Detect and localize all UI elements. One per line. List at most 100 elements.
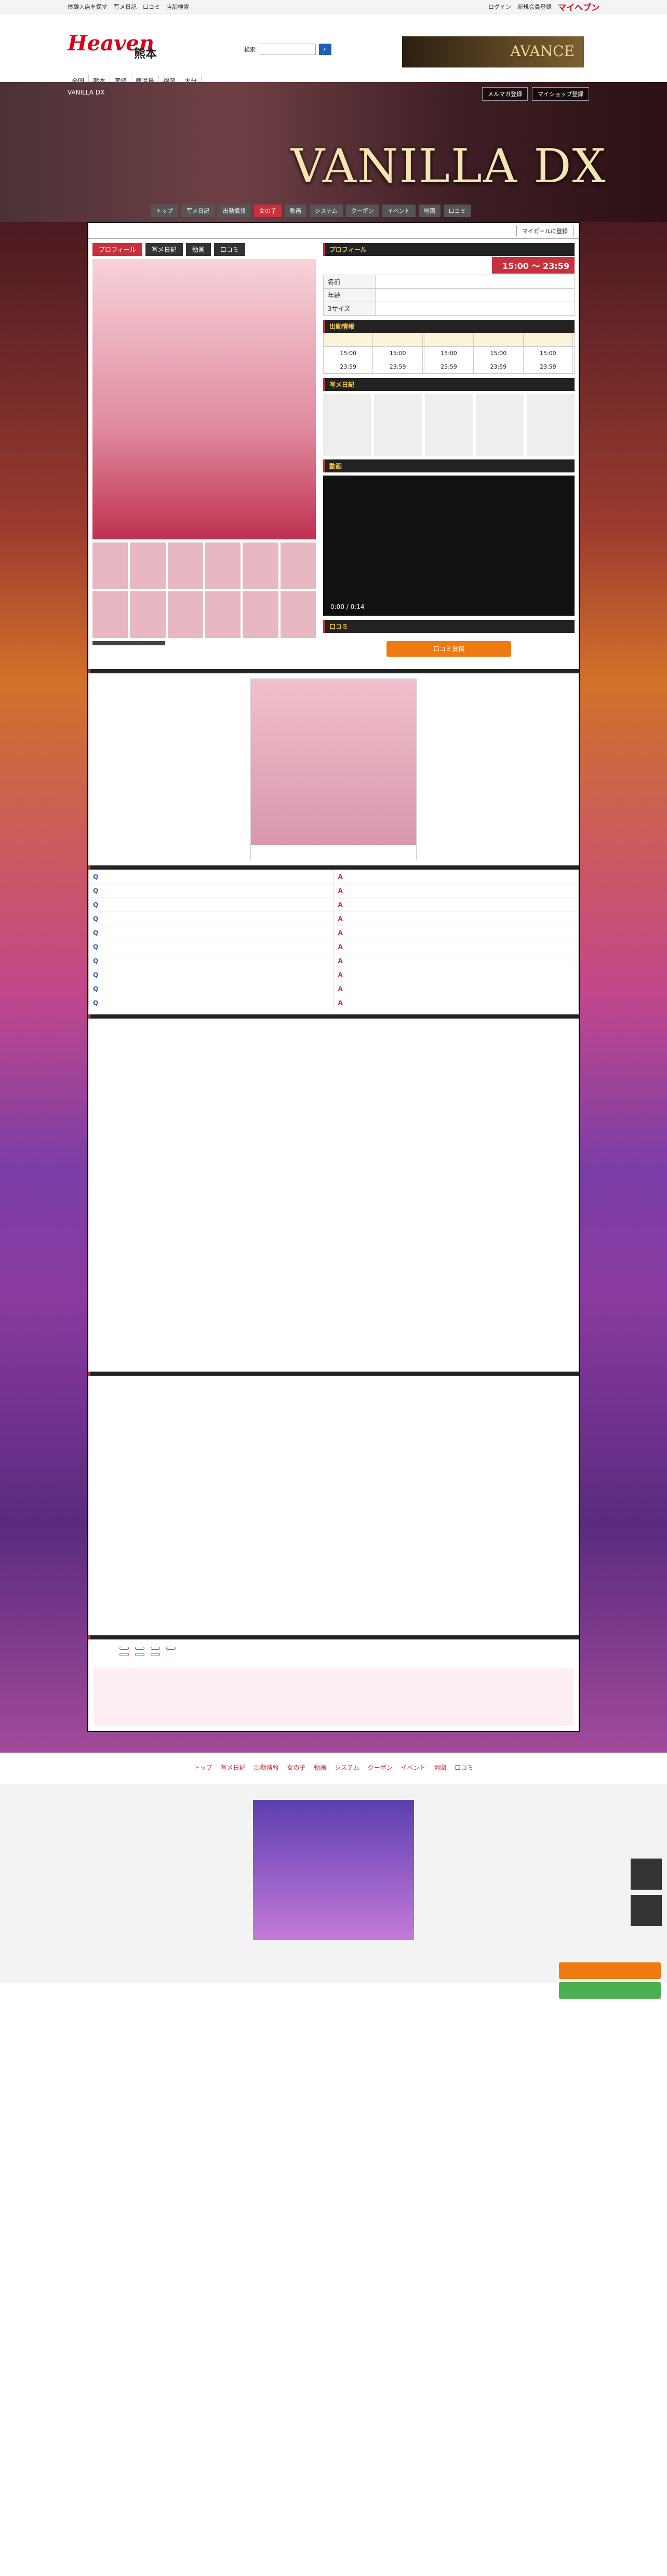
menu-tab-active[interactable]: 女の子	[254, 205, 282, 217]
banner-ad[interactable]: AVANCE	[402, 36, 584, 67]
myshop-button[interactable]: マイショップ登録	[532, 87, 589, 101]
point-tag[interactable]	[166, 1647, 176, 1650]
diary-item[interactable]	[476, 394, 524, 456]
point-tag[interactable]	[151, 1653, 160, 1656]
diary-item[interactable]	[374, 394, 422, 456]
search-box: 検索 ⌕	[244, 44, 331, 55]
thumbnail[interactable]	[243, 591, 278, 638]
thumbnail[interactable]	[205, 591, 241, 638]
qa-header	[88, 865, 579, 870]
shop-comment-header	[88, 1372, 579, 1376]
girl-header: マイガールに登録	[88, 223, 579, 239]
review-post-button[interactable]: 口コミ投稿	[386, 641, 511, 657]
menu-tab[interactable]: イベント	[382, 205, 416, 217]
thumbnail[interactable]	[130, 543, 166, 589]
myheaven-logo[interactable]: マイヘブン	[558, 1, 599, 13]
thumbnail[interactable]	[167, 591, 203, 638]
tab-video[interactable]: 動画	[185, 243, 211, 256]
point-tag[interactable]	[135, 1653, 144, 1656]
girl-tabs: プロフィール 写メ日記 動画 口コミ	[92, 243, 316, 256]
point-tag[interactable]	[151, 1647, 160, 1650]
thumbnail[interactable]	[280, 543, 316, 589]
menu-tab[interactable]: 出勤情報	[218, 205, 251, 217]
search-label: 検索	[244, 46, 256, 53]
menu-tab[interactable]: 口コミ	[443, 205, 471, 217]
util-link[interactable]: 新規会員登録	[517, 3, 552, 11]
diary-item[interactable]	[323, 394, 371, 456]
thumbnail-grid	[92, 543, 316, 638]
menu-tab[interactable]: システム	[310, 205, 343, 217]
side-button[interactable]	[631, 1895, 662, 1926]
schedule-header: 出勤情報	[323, 320, 575, 333]
page-background: マイガールに登録 プロフィール 写メ日記 動画 口コミ プロフィール 15:00…	[0, 222, 667, 1753]
mh-header	[88, 669, 579, 673]
util-link[interactable]: 写メ日記	[114, 3, 137, 11]
mh-more-link[interactable]	[251, 853, 416, 860]
selling-points-header	[88, 1635, 579, 1639]
side-float	[631, 1859, 662, 1926]
thumb-note[interactable]	[92, 641, 165, 645]
video-player[interactable]: 0:00 / 0:14	[323, 476, 575, 616]
mh-card[interactable]	[250, 679, 417, 860]
diary-item[interactable]	[527, 394, 575, 456]
selling-points	[88, 1639, 579, 1663]
site-footer	[0, 1784, 667, 1983]
main-photo[interactable]	[92, 259, 316, 539]
menu-tab[interactable]: クーポン	[345, 205, 379, 217]
review-header: 口コミ	[323, 620, 575, 633]
util-link[interactable]: 口コミ	[143, 3, 160, 11]
menu-tab[interactable]: 動画	[285, 205, 306, 217]
profile-header: プロフィール	[323, 243, 575, 256]
mailmag-button[interactable]: メルマガ登録	[482, 87, 528, 101]
review-box: 口コミ投稿	[323, 633, 575, 665]
diary-item[interactable]	[425, 394, 473, 456]
point-tag[interactable]	[119, 1647, 129, 1650]
shop-title: VANILLA DX	[291, 139, 607, 194]
footer-nav: トップ 写メ日記 出勤情報 女の子 動画 システム クーポン イベント 地図 口…	[193, 1764, 474, 1771]
region-title: 熊本	[134, 48, 157, 61]
search-input[interactable]	[259, 44, 316, 55]
util-link[interactable]: 店舗検索	[166, 3, 189, 11]
profile-table: 名前 年齢 3サイズ	[323, 275, 575, 316]
appeal-text	[88, 1019, 579, 1372]
shop-menu: トップ 写メ日記 出勤情報 女の子 動画 システム クーポン イベント 地図 口…	[151, 205, 471, 217]
video-header: 動画	[323, 459, 575, 472]
store-info: VANILLA DX	[68, 89, 105, 96]
floating-button[interactable]	[559, 1982, 661, 1999]
footer-links[interactable]	[0, 1778, 667, 1784]
mygirl-button[interactable]: マイガールに登録	[516, 224, 573, 237]
shop-comment-text	[88, 1376, 579, 1635]
utility-bar: 体験入店を探す 写メ日記 口コミ 店舗検索 ログイン 新規会員登録 マイヘブン	[0, 0, 667, 13]
floating-buttons	[559, 1962, 661, 1999]
menu-tab[interactable]: トップ	[151, 205, 178, 217]
appeal-header	[88, 1014, 579, 1019]
tab-profile[interactable]: プロフィール	[92, 243, 142, 256]
thumbnail[interactable]	[205, 543, 241, 589]
cta-banner[interactable]	[94, 1669, 573, 1726]
menu-tab[interactable]: 写メ日記	[181, 205, 215, 217]
shop-hero: VANILLA DX メルマガ登録 マイショップ登録 VANILLA DX トッ…	[0, 82, 667, 222]
floating-button[interactable]	[559, 1962, 661, 1979]
video-time: 0:00 / 0:14	[330, 603, 365, 611]
util-link[interactable]: ログイン	[488, 3, 511, 11]
footer-grid	[68, 1950, 599, 1957]
thumbnail[interactable]	[167, 543, 203, 589]
tab-review[interactable]: 口コミ	[214, 243, 245, 256]
site-header: Heaven 熊本 検索 ⌕ AVANCE 全国 熊本 宮崎 鹿児島 福岡 大分	[0, 13, 667, 87]
util-link[interactable]: 体験入店を探す	[68, 3, 108, 11]
thumbnail[interactable]	[280, 591, 316, 638]
thumbnail[interactable]	[130, 591, 166, 638]
point-tag[interactable]	[135, 1647, 144, 1650]
point-tag[interactable]	[119, 1653, 129, 1656]
search-icon[interactable]: ⌕	[319, 44, 331, 55]
thumbnail[interactable]	[243, 543, 278, 589]
side-button[interactable]	[631, 1859, 662, 1890]
diary-list	[323, 391, 575, 459]
footer-ad[interactable]	[253, 1800, 414, 1940]
thumbnail[interactable]	[92, 591, 128, 638]
schedule-table: 15:00 15:00 15:00 15:00 15:00 23:59 23:59 23:5…	[323, 333, 575, 374]
tab-diary[interactable]: 写メ日記	[145, 243, 183, 256]
menu-tab[interactable]: 地図	[418, 205, 441, 217]
thumbnail[interactable]	[92, 543, 128, 589]
shop-buttons: メルマガ登録 マイショップ登録	[482, 87, 589, 101]
